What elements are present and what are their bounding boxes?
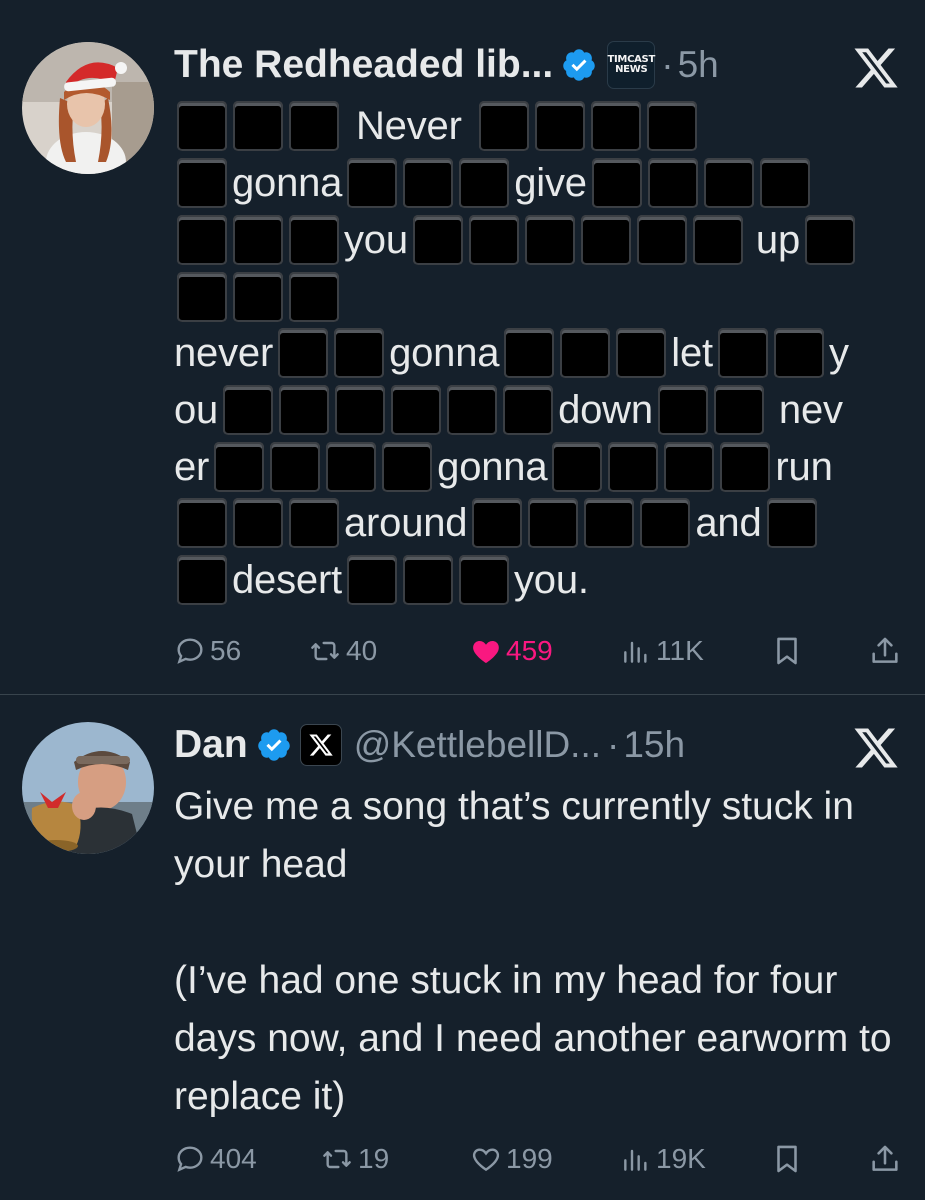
views-icon [624,1149,647,1171]
lyric-word: gonna [437,444,548,489]
like-count: 199 [506,1143,553,1174]
x-logo-icon [854,48,898,88]
verified-badge-icon [257,729,290,761]
lyric-word: er [174,444,210,489]
reply-count: 404 [210,1143,257,1174]
heart-icon [473,641,499,663]
tweet-paragraph: Give me a song that’s currently stuck in… [174,785,854,886]
timestamp[interactable]: 5h [678,44,719,86]
affiliation-badge[interactable]: TIMCAST NEWS [607,41,655,89]
x-affiliation-icon [309,734,333,756]
retweet-icon [323,1149,351,1169]
lyric-word: desert [232,557,342,602]
lyric-line: never gonna let y [174,325,851,381]
like-button[interactable]: 459 [470,629,553,673]
lyric-word: run [775,444,833,489]
avatar[interactable] [22,722,154,854]
tweet-card[interactable]: The Redheaded lib... TIMCAST NEWS · 5h N… [0,0,925,694]
bookmark-icon [777,1145,797,1173]
lyric-word: you [344,217,408,262]
lyric-word: around [344,500,468,545]
bookmark-icon [777,637,797,665]
share-button[interactable] [868,629,906,673]
lyric-line: er gonna run [174,439,835,495]
lyric-line: around and [174,495,820,551]
retweet-button[interactable]: 19 [320,1137,389,1181]
lyric-word: gonna [389,330,500,375]
reply-icon [177,1146,203,1172]
view-count: 19K [656,1143,706,1174]
bookmark-button[interactable] [770,629,808,673]
lyric-word: never [174,330,274,375]
share-icon [872,1145,898,1171]
lyric-word: and [695,500,762,545]
tweet-text: Give me a song that’s currently stuck in… [174,778,894,1126]
action-bar: 404 19 199 19K [174,1137,904,1181]
lyric-line: ou down nev [174,382,845,438]
lyric-line: you up [174,212,858,268]
avatar[interactable] [22,42,154,174]
lyric-word: down [558,387,653,432]
lyric-word: give [514,160,587,205]
reply-button[interactable]: 404 [174,1137,257,1181]
timestamp[interactable]: 15h [623,724,685,766]
reply-count: 56 [210,635,242,666]
separator-dot: · [661,44,674,85]
retweet-icon [311,641,339,661]
verified-badge-icon [563,49,595,81]
like-button[interactable]: 199 [470,1137,553,1181]
retweet-button[interactable]: 40 [308,629,377,673]
heart-icon [472,1148,500,1172]
like-count: 459 [506,635,553,666]
author-name[interactable]: The Redheaded lib... [174,43,553,87]
tweet-header: Dan @KettlebellD... · 15h [174,715,685,775]
lyric-word: up [755,217,800,262]
view-count: 11K [656,635,704,666]
author-handle[interactable]: @KettlebellD... [354,724,601,766]
action-bar: 56 40 459 11K [174,629,904,673]
lyric-line: gonna give [174,155,813,211]
share-button[interactable] [868,1137,906,1181]
reply-icon [177,638,203,664]
views-button[interactable]: 19K [620,1137,706,1181]
tweet-paragraph: (I’ve had one stuck in my head for four … [174,959,892,1118]
separator-dot: · [607,724,620,765]
lyric-line [174,269,342,325]
lyric-line: desert you. [174,552,591,608]
reply-button[interactable]: 56 [174,629,241,673]
x-logo-icon [854,728,898,768]
lyric-word: y [828,330,849,375]
lyric-word: nev [778,387,843,432]
views-icon [624,641,647,663]
affiliation-badge[interactable] [299,724,342,766]
lyric-word: let [671,330,713,375]
lyric-line: Never [174,98,700,154]
lyric-word: you. [513,557,589,602]
views-button[interactable]: 11K [620,629,704,673]
retweet-count: 40 [346,635,378,666]
tweet-header: The Redheaded lib... TIMCAST NEWS · 5h [174,35,719,95]
tweet-divider [0,694,925,695]
author-name[interactable]: Dan [174,723,248,767]
retweet-count: 19 [358,1143,390,1174]
lyric-word: gonna [232,160,343,205]
bookmark-button[interactable] [770,1137,808,1181]
lyric-word: ou [174,387,219,432]
share-icon [872,637,898,663]
lyric-word: Never [356,103,462,148]
